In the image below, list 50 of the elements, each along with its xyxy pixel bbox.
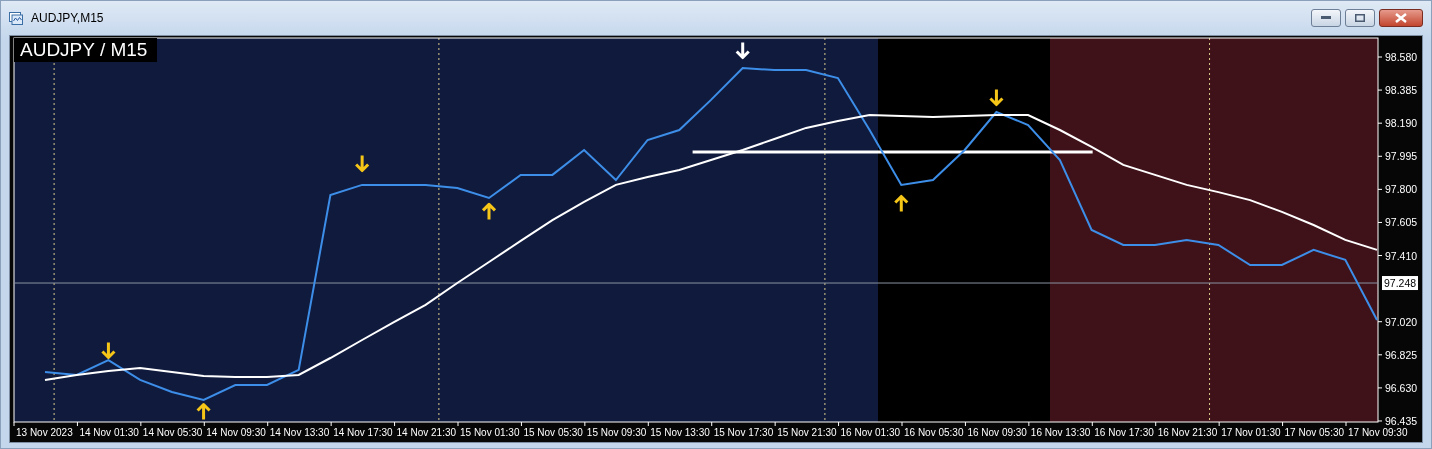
- time-axis-label: 14 Nov 01:30: [79, 427, 139, 438]
- chart-label: AUDJPY / M15: [14, 38, 158, 62]
- time-axis-label: 15 Nov 13:30: [650, 427, 710, 438]
- down-arrow-icon: [735, 41, 751, 60]
- current-price-label: 97.248: [1382, 276, 1418, 291]
- time-axis-label: 16 Nov 01:30: [840, 427, 901, 438]
- app-icon: [9, 11, 23, 25]
- time-axis-label: 16 Nov 17:30: [1094, 427, 1154, 438]
- window-title: AUDJPY,M15: [31, 10, 104, 27]
- price-axis-label: 97.020: [1385, 315, 1418, 328]
- time-axis-label: 15 Nov 05:30: [523, 427, 583, 438]
- time-axis-label: 16 Nov 13:30: [1030, 427, 1091, 438]
- close-button[interactable]: [1379, 9, 1423, 27]
- time-axis-label: 13 Nov 2023: [16, 427, 73, 438]
- minimize-button[interactable]: [1311, 9, 1341, 27]
- time-axis-label: 16 Nov 09:30: [967, 427, 1027, 438]
- time-axis-label: 17 Nov 01:30: [1221, 427, 1281, 438]
- price-axis-label: 98.385: [1385, 84, 1418, 97]
- time-axis-label: 16 Nov 05:30: [904, 427, 964, 438]
- price-axis-label: 97.995: [1385, 150, 1418, 163]
- price-axis-label: 98.190: [1385, 117, 1418, 130]
- maximize-button[interactable]: [1345, 9, 1375, 27]
- close-icon: [1395, 13, 1407, 23]
- time-axis-label: 15 Nov 09:30: [586, 427, 647, 438]
- up-arrow-icon: [481, 202, 497, 221]
- time-axis-label: 15 Nov 17:30: [713, 427, 774, 438]
- time-axis-label: 17 Nov 09:30: [1348, 427, 1408, 438]
- up-arrow-icon: [196, 403, 212, 421]
- price-axis-label: 97.410: [1385, 249, 1418, 262]
- time-axis-label: 14 Nov 13:30: [269, 427, 330, 438]
- down-arrow-icon: [988, 88, 1004, 107]
- price-axis-label: 96.825: [1385, 348, 1418, 361]
- price-axis-label: 97.605: [1385, 216, 1418, 229]
- minimize-icon: [1321, 16, 1331, 20]
- price-axis-label: 98.580: [1385, 51, 1418, 63]
- time-axis-label: 14 Nov 17:30: [333, 427, 393, 438]
- time-axis-label: 15 Nov 01:30: [460, 427, 520, 438]
- price-axis-label: 96.435: [1385, 415, 1418, 427]
- time-axis-label: 14 Nov 09:30: [206, 427, 266, 438]
- time-axis-label: 17 Nov 05:30: [1284, 427, 1345, 438]
- time-axis-label: 14 Nov 05:30: [142, 427, 203, 438]
- up-arrow-icon: [893, 194, 909, 213]
- down-arrow-icon: [100, 341, 116, 360]
- time-axis-label: 16 Nov 21:30: [1157, 427, 1218, 438]
- price-axis-label: 97.800: [1385, 183, 1418, 196]
- down-arrow-icon: [354, 154, 370, 173]
- time-axis-label: 15 Nov 21:30: [777, 427, 837, 438]
- price-axis-label: 96.630: [1385, 381, 1418, 394]
- time-axis-label: 14 Nov 21:30: [396, 427, 457, 438]
- maximize-icon: [1355, 14, 1365, 22]
